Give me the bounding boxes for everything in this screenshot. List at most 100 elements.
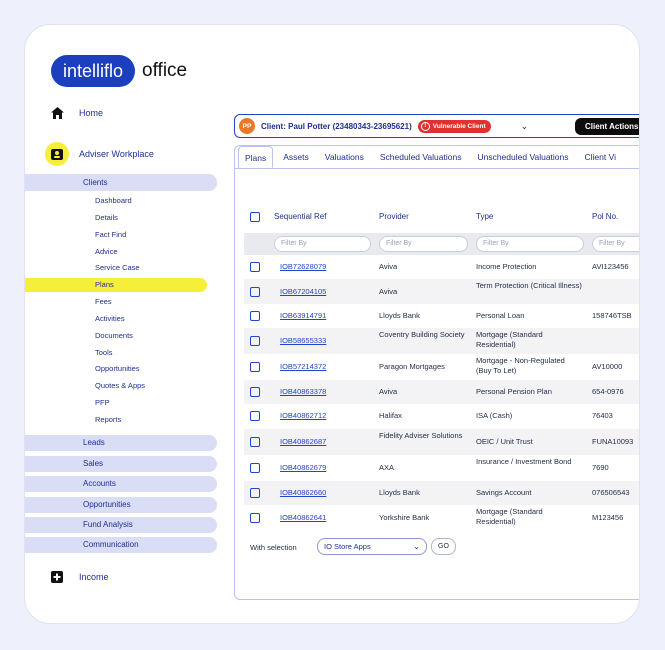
cell-provider: Lloyds Bank xyxy=(379,488,420,497)
vulnerable-client-label: Vulnerable Client xyxy=(432,122,486,130)
cell-ref[interactable]: IOB67204105 xyxy=(280,287,326,297)
cell-provider: Paragon Mortgages xyxy=(379,362,445,371)
table-row[interactable]: IOB40862660 Lloyds Bank Savings Account … xyxy=(244,481,639,505)
row-checkbox[interactable] xyxy=(250,437,260,447)
row-checkbox[interactable] xyxy=(250,336,260,346)
cell-ref[interactable]: IOB63914791 xyxy=(280,311,326,321)
subnav-fees[interactable]: Fees xyxy=(95,295,112,309)
table-row[interactable]: IOB57214372 Paragon Mortgages Mortgage -… xyxy=(244,354,639,380)
cell-provider: Aviva xyxy=(379,387,398,396)
cell-pol: FUNA10093 xyxy=(592,437,634,446)
col-header-ref[interactable]: Sequential Ref xyxy=(274,212,326,221)
tab-assets[interactable]: Assets xyxy=(277,146,315,168)
table-row[interactable]: IOB40863378 Aviva Personal Pension Plan … xyxy=(244,380,639,404)
row-checkbox[interactable] xyxy=(250,362,260,372)
cell-ref[interactable]: IOB40862712 xyxy=(280,411,326,421)
row-checkbox[interactable] xyxy=(250,411,260,421)
tab-scheduled-valuations[interactable]: Scheduled Valuations xyxy=(374,146,468,168)
logo-product: office xyxy=(142,60,188,81)
vulnerable-client-badge: ! Vulnerable Client xyxy=(417,119,491,133)
client-selector-bar[interactable]: PP Client: Paul Potter (23480343-2369562… xyxy=(234,114,639,138)
filter-type-input[interactable]: Filter By xyxy=(476,236,584,252)
cell-provider: Aviva xyxy=(379,287,398,296)
table-row[interactable]: IOB72628079 Aviva Income Protection AVI1… xyxy=(244,255,639,279)
tabs-divider xyxy=(234,168,639,169)
cell-ref[interactable]: IOB40862660 xyxy=(280,488,326,498)
table-row[interactable]: IOB40862679 AXA Insurance / Investment B… xyxy=(244,455,639,481)
table-row[interactable]: IOB40862712 Halifax ISA (Cash) 76403 xyxy=(244,404,639,429)
app-frame: intelliflo office Home Adviser Workplace… xyxy=(24,24,640,624)
cell-ref[interactable]: IOB40862687 xyxy=(280,437,326,447)
chevron-down-icon[interactable]: ⌄ xyxy=(521,121,529,132)
cell-type: Savings Account xyxy=(476,488,532,497)
row-checkbox[interactable] xyxy=(250,311,260,321)
table-row[interactable]: IOB63914791 Lloyds Bank Personal Loan 15… xyxy=(244,304,639,328)
row-checkbox[interactable] xyxy=(250,287,260,297)
subnav-activities[interactable]: Activities xyxy=(95,312,125,326)
select-all-checkbox[interactable] xyxy=(250,212,260,222)
bulk-action-select[interactable]: IO Store Apps ⌄ xyxy=(317,538,427,555)
bulk-action-value: IO Store Apps xyxy=(324,542,371,551)
cell-pol: M123456 xyxy=(592,513,624,522)
client-actions-button[interactable]: Client Actions xyxy=(575,118,639,135)
row-checkbox[interactable] xyxy=(250,262,260,272)
cell-pol: 76403 xyxy=(592,411,613,420)
go-button[interactable]: GO xyxy=(431,538,456,555)
client-name: Client: Paul Potter (23480343-23695621) xyxy=(261,121,412,131)
tab-unscheduled-valuations[interactable]: Unscheduled Valuations xyxy=(471,146,574,168)
subnav-dashboard[interactable]: Dashboard xyxy=(95,194,132,208)
col-header-provider[interactable]: Provider xyxy=(379,212,409,221)
subnav-pfp[interactable]: PFP xyxy=(95,396,110,410)
row-checkbox[interactable] xyxy=(250,513,260,523)
sidebar-item-accounts[interactable]: Accounts xyxy=(25,476,217,492)
cell-pol: 158746TSB xyxy=(592,311,632,320)
sidebar-item-leads[interactable]: Leads xyxy=(25,435,217,451)
table-row[interactable]: IOB67204105 Aviva Term Protection (Criti… xyxy=(244,279,639,304)
filter-pol-input[interactable]: Filter By xyxy=(592,236,639,252)
intelliflo-logo[interactable]: intelliflo office xyxy=(51,55,187,87)
id-card-icon xyxy=(45,142,69,166)
table-row[interactable]: IOB40862641 Yorkshire Bank Mortgage (Sta… xyxy=(244,505,639,531)
chevron-down-icon: ⌄ xyxy=(413,542,420,551)
sidebar-item-sales[interactable]: Sales xyxy=(25,456,217,472)
nav-adviser-workplace-label: Adviser Workplace xyxy=(79,149,154,159)
tab-valuations[interactable]: Valuations xyxy=(319,146,370,168)
row-checkbox[interactable] xyxy=(250,387,260,397)
subnav-quotes-apps[interactable]: Quotes & Apps xyxy=(95,379,145,393)
subnav-advice[interactable]: Advice xyxy=(95,245,118,259)
cell-ref[interactable]: IOB58655333 xyxy=(280,336,326,346)
subnav-fact-find[interactable]: Fact Find xyxy=(95,228,126,242)
table-row[interactable]: IOB58655333 Coventry Building Society Mo… xyxy=(244,328,639,354)
col-header-type[interactable]: Type xyxy=(476,212,493,221)
row-checkbox[interactable] xyxy=(250,488,260,498)
col-header-pol-no[interactable]: Pol No. xyxy=(592,212,618,221)
filter-provider-input[interactable]: Filter By xyxy=(379,236,468,252)
cell-ref[interactable]: IOB40862641 xyxy=(280,513,326,523)
subnav-opportunities[interactable]: Opportunities xyxy=(95,362,140,376)
subnav-service-case[interactable]: Service Case xyxy=(95,261,140,275)
nav-home[interactable]: Home xyxy=(47,103,103,123)
subnav-reports[interactable]: Reports xyxy=(95,413,121,427)
filter-ref-input[interactable]: Filter By xyxy=(274,236,371,252)
cell-type: Personal Loan xyxy=(476,311,525,320)
nav-adviser-workplace[interactable]: Adviser Workplace xyxy=(45,142,154,166)
cell-ref[interactable]: IOB57214372 xyxy=(280,362,326,372)
cell-provider: Lloyds Bank xyxy=(379,311,420,320)
nav-income[interactable]: Income xyxy=(47,567,109,587)
sidebar-item-clients[interactable]: Clients xyxy=(25,174,217,191)
subnav-details[interactable]: Details xyxy=(95,211,118,225)
sidebar-item-communication[interactable]: Communication xyxy=(25,537,217,553)
alert-icon: ! xyxy=(420,121,430,131)
row-checkbox[interactable] xyxy=(250,463,260,473)
sidebar-item-fund-analysis[interactable]: Fund Analysis xyxy=(25,517,217,533)
subnav-tools[interactable]: Tools xyxy=(95,346,113,360)
tab-plans[interactable]: Plans xyxy=(238,146,274,168)
sidebar-item-opportunities[interactable]: Opportunities xyxy=(25,497,217,513)
subnav-plans[interactable]: Plans xyxy=(95,278,114,292)
cell-ref[interactable]: IOB72628079 xyxy=(280,262,326,272)
cell-ref[interactable]: IOB40862679 xyxy=(280,463,326,473)
subnav-documents[interactable]: Documents xyxy=(95,329,133,343)
table-row[interactable]: IOB40862687 Fidelity Adviser Solutions O… xyxy=(244,429,639,455)
tab-client-view[interactable]: Client Vi xyxy=(579,146,623,168)
cell-ref[interactable]: IOB40863378 xyxy=(280,387,326,397)
